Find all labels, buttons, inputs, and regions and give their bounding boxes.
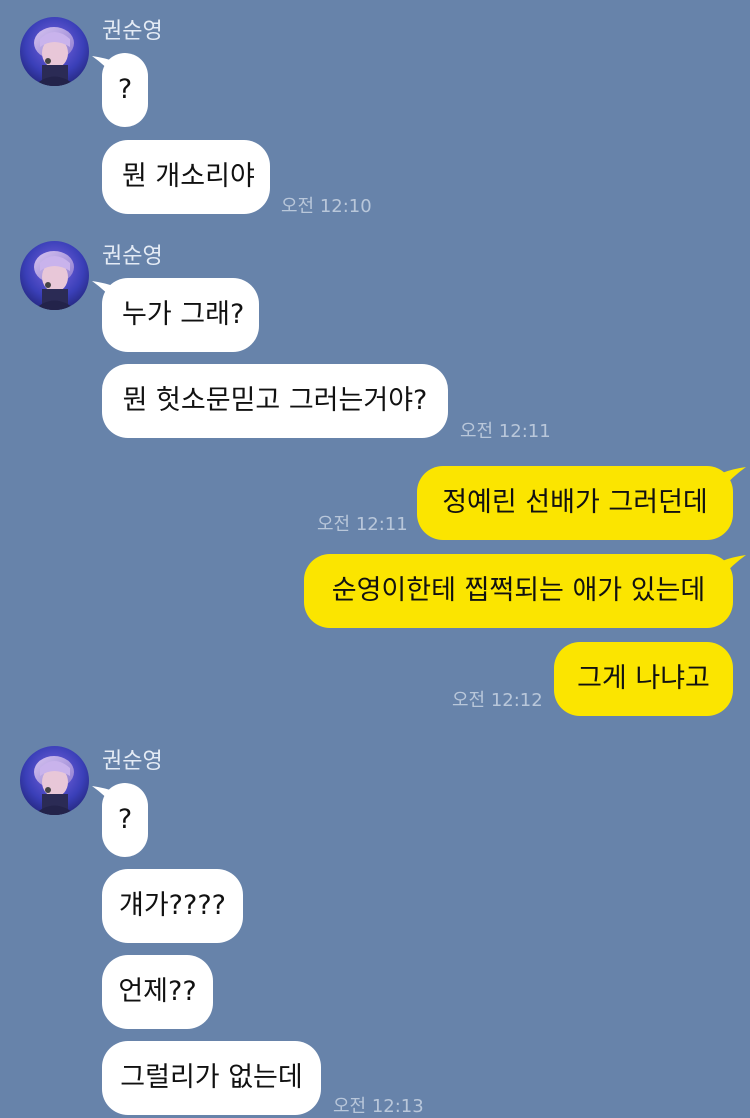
avatar[interactable] — [20, 17, 89, 86]
avatar[interactable] — [20, 746, 89, 815]
message-bubble[interactable]: ? — [102, 783, 148, 857]
message-bubble[interactable]: 그럴리가 없는데 — [102, 1041, 321, 1115]
message-bubble[interactable]: 뭔 개소리야 — [102, 140, 270, 214]
message-bubble[interactable]: 정예린 선배가 그러던데 — [417, 466, 733, 540]
timestamp: 오전 12:11 — [460, 421, 551, 442]
message-bubble[interactable]: 언제?? — [102, 955, 213, 1029]
message-bubble[interactable]: 순영이한테 찝쩍되는 애가 있는데 — [304, 554, 733, 628]
timestamp: 오전 12:12 — [452, 690, 543, 711]
sender-name: 권순영 — [102, 19, 163, 44]
message-bubble[interactable]: ? — [102, 53, 148, 127]
timestamp: 오전 12:10 — [281, 196, 372, 217]
message-bubble[interactable]: 그게 나냐고 — [554, 642, 733, 716]
sender-name: 권순영 — [102, 244, 163, 269]
avatar[interactable] — [20, 241, 89, 310]
message-bubble[interactable]: 걔가???? — [102, 869, 243, 943]
timestamp: 오전 12:13 — [333, 1096, 424, 1117]
sender-name: 권순영 — [102, 749, 163, 774]
timestamp: 오전 12:11 — [317, 514, 408, 535]
message-bubble[interactable]: 누가 그래? — [102, 278, 259, 352]
message-bubble[interactable]: 뭔 헛소문믿고 그러는거야? — [102, 364, 448, 438]
